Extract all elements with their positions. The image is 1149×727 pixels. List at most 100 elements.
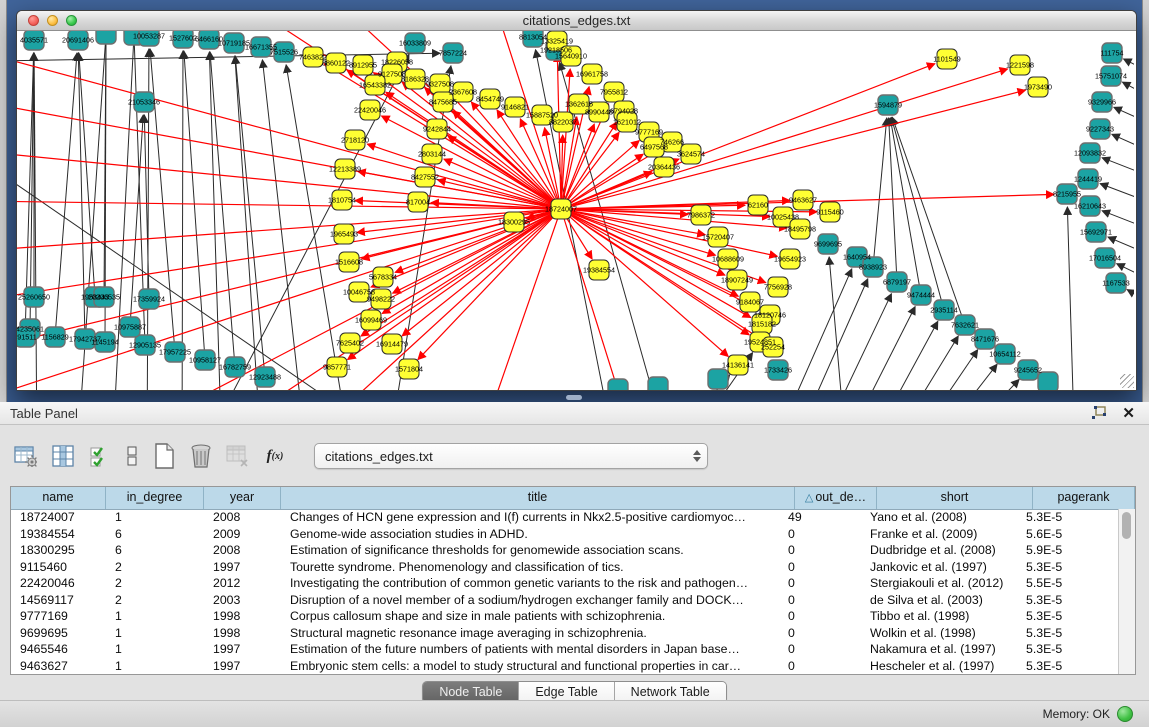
graph-edge[interactable] xyxy=(235,56,262,390)
table-cell[interactable]: 49 xyxy=(779,509,861,526)
table-cell[interactable]: 2 xyxy=(106,592,204,609)
graph-edge[interactable] xyxy=(837,307,915,390)
minimize-window-icon[interactable] xyxy=(47,15,58,26)
table-row[interactable]: 1456911722003Disruption of a novel membe… xyxy=(11,592,1119,609)
select-columns-icon[interactable] xyxy=(88,444,112,468)
table-cell[interactable]: Investigating the contribution of common… xyxy=(281,575,779,592)
table-cell[interactable]: 6 xyxy=(106,542,204,559)
network-graph[interactable]: 4035571206914061005328715276026466160107… xyxy=(17,31,1134,390)
table-cell[interactable]: 1997 xyxy=(204,641,281,658)
table-cell[interactable]: 5.3E-5 xyxy=(1017,608,1119,625)
row-height-icon[interactable] xyxy=(125,444,139,468)
table-cell[interactable]: Hescheler et al. (1997) xyxy=(861,658,1017,675)
table-cell[interactable]: 5.3E-5 xyxy=(1017,658,1119,675)
table-cell[interactable]: 6 xyxy=(106,526,204,543)
table-cell[interactable]: 5.9E-5 xyxy=(1017,542,1119,559)
graph-edge[interactable] xyxy=(262,60,307,390)
table-cell[interactable]: Tibbo et al. (1998) xyxy=(861,608,1017,625)
table-cell[interactable]: 0 xyxy=(779,658,861,675)
table-row[interactable]: 911546021997Tourette syndrome. Phenomeno… xyxy=(11,559,1119,576)
graph-edge[interactable] xyxy=(561,149,661,209)
table-cell[interactable]: 1 xyxy=(106,658,204,675)
table-row[interactable]: 969969511998Structural magnetic resonanc… xyxy=(11,625,1119,642)
table-cell[interactable]: 5.3E-5 xyxy=(1017,592,1119,609)
table-cell[interactable]: 0 xyxy=(779,575,861,592)
graph-edge[interactable] xyxy=(1112,134,1134,159)
graph-edge[interactable] xyxy=(17,209,561,351)
table-cell[interactable]: 9115460 xyxy=(11,559,106,576)
table-cell[interactable]: 9463627 xyxy=(11,658,106,675)
table-cell[interactable]: Wolkin et al. (1998) xyxy=(861,625,1017,642)
table-cell[interactable]: 2008 xyxy=(204,509,281,526)
table-cell[interactable]: 9699695 xyxy=(11,625,106,642)
graph-edge[interactable] xyxy=(182,51,183,390)
table-cell[interactable]: 5.3E-5 xyxy=(1017,625,1119,642)
table-cell[interactable]: Yano et al. (2008) xyxy=(861,509,1017,526)
table-cell[interactable]: Structural magnetic resonance image aver… xyxy=(281,625,779,642)
table-cell[interactable]: 14569117 xyxy=(11,592,106,609)
graph-edge[interactable] xyxy=(1067,207,1075,390)
graph-edge[interactable] xyxy=(873,118,887,267)
table-cell[interactable]: Nakamura et al. (1997) xyxy=(861,641,1017,658)
network-canvas[interactable]: 4035571206914061005328715276026466160107… xyxy=(17,31,1136,390)
graph-edge[interactable] xyxy=(17,151,561,209)
zoom-window-icon[interactable] xyxy=(66,15,77,26)
table-cell[interactable]: Estimation of significance thresholds fo… xyxy=(281,542,779,559)
table-cell[interactable]: de Silva et al. (2003) xyxy=(861,592,1017,609)
table-cell[interactable]: 1997 xyxy=(204,658,281,675)
column-header-out_de[interactable]: △out_de… xyxy=(795,487,877,509)
table-cell[interactable]: 0 xyxy=(779,641,861,658)
table-cell[interactable]: 5.3E-5 xyxy=(1017,509,1119,526)
graph-edge[interactable] xyxy=(812,294,891,390)
table-row[interactable]: 946554611997Estimation of the future num… xyxy=(11,641,1119,658)
table-cell[interactable]: 2012 xyxy=(204,575,281,592)
column-header-title[interactable]: title xyxy=(281,487,795,509)
table-row[interactable]: 1938455462009Genome-wide association stu… xyxy=(11,526,1119,543)
table-cell[interactable]: 1 xyxy=(106,608,204,625)
table-cell[interactable]: 5.6E-5 xyxy=(1017,526,1119,543)
table-cell[interactable]: 2003 xyxy=(204,592,281,609)
graph-edge[interactable] xyxy=(1127,290,1134,313)
table-selector-dropdown[interactable]: citations_edges.txt xyxy=(314,443,708,469)
column-header-name[interactable]: name xyxy=(11,487,106,509)
table-cell[interactable]: 1 xyxy=(106,625,204,642)
close-panel-icon[interactable]: ✕ xyxy=(1122,406,1135,421)
graph-edge[interactable] xyxy=(1114,107,1134,131)
new-document-icon[interactable] xyxy=(152,444,176,468)
table-settings-icon[interactable] xyxy=(14,444,38,468)
table-cell[interactable]: 0 xyxy=(779,542,861,559)
window-titlebar[interactable]: citations_edges.txt xyxy=(17,11,1136,31)
graph-edge[interactable] xyxy=(561,122,617,209)
table-vertical-scrollbar[interactable] xyxy=(1118,509,1135,674)
graph-edge[interactable] xyxy=(382,209,561,313)
column-header-short[interactable]: short xyxy=(877,487,1033,509)
graph-node[interactable] xyxy=(1038,372,1058,390)
function-builder-icon[interactable]: f(x) xyxy=(263,444,287,468)
graph-edge[interactable] xyxy=(209,52,222,390)
panel-splitter-grip[interactable] xyxy=(566,395,582,400)
graph-edge[interactable] xyxy=(1102,158,1134,183)
table-cell[interactable]: 9777169 xyxy=(11,608,106,625)
table-cell[interactable]: 0 xyxy=(779,608,861,625)
table-cell[interactable]: 2009 xyxy=(204,526,281,543)
table-cell[interactable]: 5.3E-5 xyxy=(1017,641,1119,658)
table-cell[interactable]: 1998 xyxy=(204,608,281,625)
float-window-icon[interactable] xyxy=(1091,406,1108,421)
table-cell[interactable]: Disruption of a novel member of a sodium… xyxy=(281,592,779,609)
graph-edge[interactable] xyxy=(902,350,978,390)
network-view-window[interactable]: citations_edges.txt 40355712069140610053… xyxy=(16,10,1137,391)
table-cell[interactable]: 1 xyxy=(106,509,204,526)
show-columns-icon[interactable] xyxy=(51,444,75,468)
table-cell[interactable]: Changes of HCN gene expression and I(f) … xyxy=(281,509,779,526)
table-cell[interactable]: 5.3E-5 xyxy=(1017,559,1119,576)
column-header-pagerank[interactable]: pagerank xyxy=(1033,487,1135,509)
table-cell[interactable]: Embryonic stem cells: a model to study s… xyxy=(281,658,779,675)
delete-entry-trash-icon[interactable] xyxy=(189,444,213,468)
graph-edge[interactable] xyxy=(829,257,847,390)
graph-node[interactable] xyxy=(608,379,628,390)
table-cell[interactable]: 9465546 xyxy=(11,641,106,658)
graph-edge[interactable] xyxy=(235,56,265,377)
table-cell[interactable]: 19384554 xyxy=(11,526,106,543)
table-cell[interactable]: 0 xyxy=(779,592,861,609)
window-resize-grip[interactable] xyxy=(1120,374,1134,388)
